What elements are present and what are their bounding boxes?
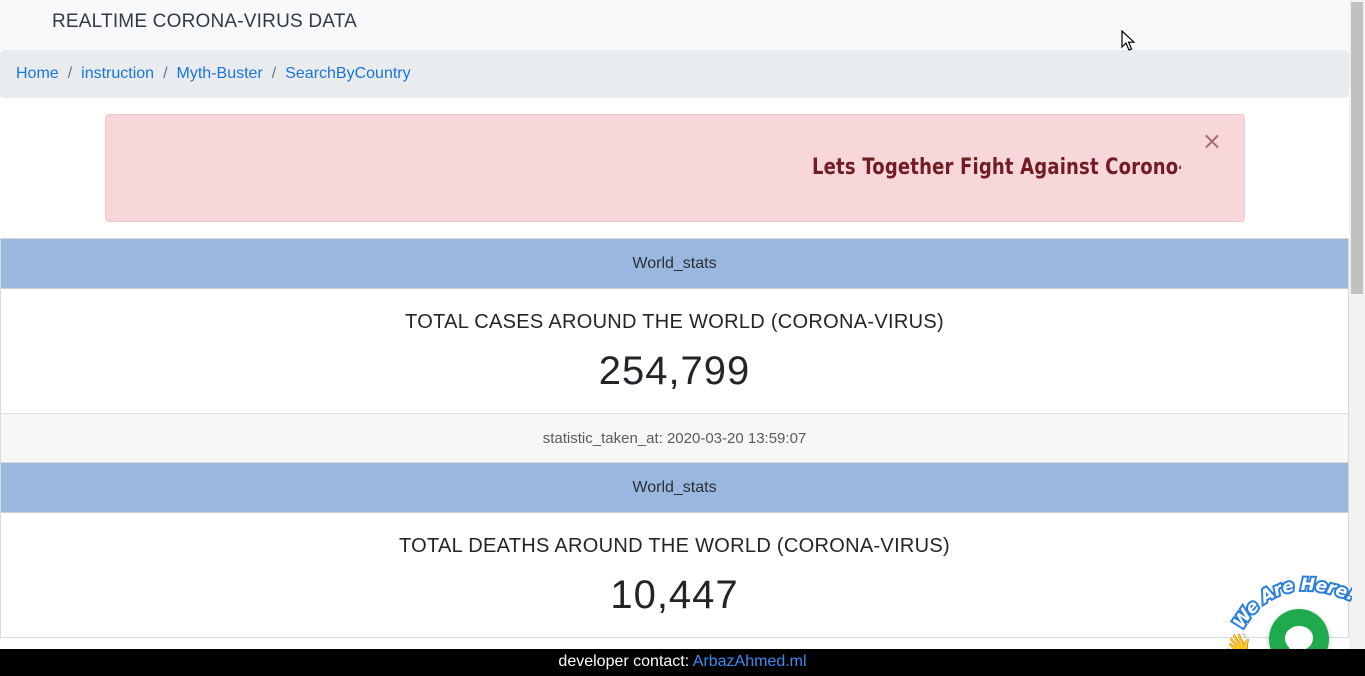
card-title: TOTAL CASES AROUND THE WORLD (CORONA-VIR… — [405, 311, 944, 333]
close-icon[interactable]: × — [1202, 129, 1222, 153]
breadcrumb-myth-buster[interactable]: Myth-Buster — [177, 65, 263, 83]
developer-contact-label: developer contact: — [558, 653, 690, 670]
stats-card-cases: World_stats TOTAL CASES AROUND THE WORLD… — [0, 238, 1349, 464]
breadcrumb-separator: / — [163, 65, 168, 82]
scrollbar[interactable] — [1349, 0, 1365, 649]
navbar: REALTIME CORONA-VIRUS DATA — [0, 0, 1349, 50]
breadcrumb-instruction[interactable]: instruction — [81, 65, 154, 83]
developer-contact-link[interactable]: ArbazAhmed.ml — [693, 653, 807, 670]
total-cases-value: 254,799 — [598, 349, 751, 393]
stats-card-deaths: World_stats TOTAL DEATHS AROUND THE WORL… — [0, 462, 1349, 638]
total-deaths-value: 10,447 — [610, 573, 739, 617]
developer-contact-bar: developer contact: ArbazAhmed.ml — [0, 649, 1365, 676]
page: REALTIME CORONA-VIRUS DATA Home / instru… — [0, 0, 1349, 676]
breadcrumb-separator: / — [67, 65, 73, 82]
card-header: World_stats — [1, 463, 1348, 513]
card-body: TOTAL CASES AROUND THE WORLD (CORONA-VIR… — [1, 289, 1348, 413]
marquee: Lets Together Fight Against Corono-Vi — [126, 153, 1181, 187]
card-footer-timestamp: statistic_taken_at: 2020-03-20 13:59:07 — [1, 413, 1348, 463]
card-title: TOTAL DEATHS AROUND THE WORLD (CORONA-VI… — [398, 535, 951, 557]
breadcrumb-search-by-country[interactable]: SearchByCountry — [285, 65, 410, 83]
alert-message: Lets Together Fight Against Corono-Vi — [812, 155, 1181, 180]
breadcrumb: Home / instruction / Myth-Buster / Searc… — [0, 50, 1349, 98]
breadcrumb-home[interactable]: Home — [16, 65, 59, 83]
brand-title[interactable]: REALTIME CORONA-VIRUS DATA — [52, 11, 357, 33]
alert-banner: Lets Together Fight Against Corono-Vi × — [105, 114, 1245, 222]
breadcrumb-separator: / — [271, 65, 277, 82]
card-body: TOTAL DEATHS AROUND THE WORLD (CORONA-VI… — [1, 513, 1348, 637]
scrollbar-thumb[interactable] — [1351, 2, 1363, 294]
card-header: World_stats — [1, 239, 1348, 289]
mouse-cursor-icon — [1121, 30, 1135, 51]
